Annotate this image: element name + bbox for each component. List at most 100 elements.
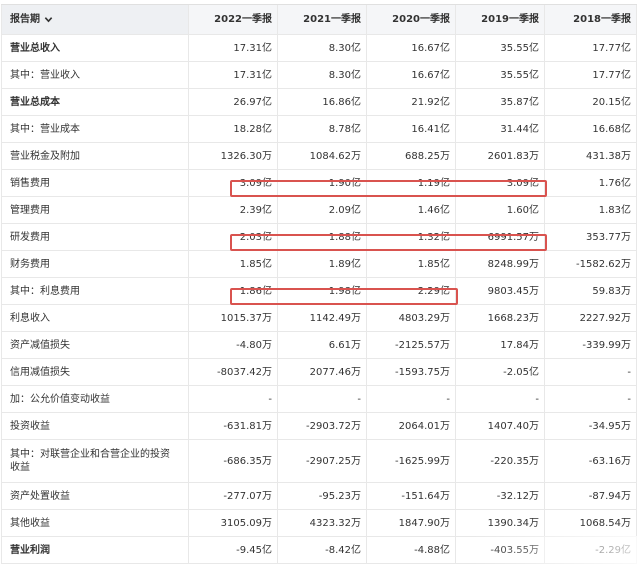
period-header-2021q1[interactable]: 2021一季报 <box>278 5 367 34</box>
value-cell: 1668.23万 <box>456 305 545 331</box>
value-cell: 1847.90万 <box>367 510 456 536</box>
period-header-2018q1[interactable]: 2018一季报 <box>545 5 637 34</box>
value-cell: 21.92亿 <box>367 89 456 115</box>
value-cell: -2.05亿 <box>456 359 545 385</box>
value-cell: - <box>545 359 637 385</box>
table-row: 营业总成本 26.97亿 16.86亿 21.92亿 35.87亿 20.15亿 <box>1 89 637 116</box>
value-cell: 1.85亿 <box>367 251 456 277</box>
row-label: 资产减值损失 <box>1 332 189 358</box>
value-cell: 8.30亿 <box>278 35 367 61</box>
value-cell: - <box>189 386 278 412</box>
table-row: 资产处置收益 -277.07万 -95.23万 -151.64万 -32.12万 -87.… <box>1 483 637 510</box>
value-cell: - <box>456 386 545 412</box>
row-label: 其中：营业收入 <box>1 62 189 88</box>
value-cell: 2.29亿 <box>367 278 456 304</box>
value-cell: 17.31亿 <box>189 35 278 61</box>
value-cell: -151.64万 <box>367 483 456 509</box>
value-cell: 16.86亿 <box>278 89 367 115</box>
table-row: 资产减值损失 -4.80万 6.61万 -2125.57万 17.84万 -339.99万 <box>1 332 637 359</box>
value-cell: 35.55亿 <box>456 62 545 88</box>
value-cell: 1.85亿 <box>189 251 278 277</box>
row-label: 投资收益 <box>1 413 189 439</box>
table-row: 投资收益 -631.81万 -2903.72万 2064.01万 1407.40万 -34… <box>1 413 637 440</box>
table-header-row: 报告期 2022一季报 2021一季报 2020一季报 2019一季报 2018… <box>1 4 637 35</box>
table-row: 其中：营业收入 17.31亿 8.30亿 16.67亿 35.55亿 17.77亿 <box>1 62 637 89</box>
value-cell: 6.61万 <box>278 332 367 358</box>
value-cell: -403.55万 <box>456 537 545 563</box>
value-cell: 8248.99万 <box>456 251 545 277</box>
value-cell: 1326.30万 <box>189 143 278 169</box>
value-cell: 2227.92万 <box>545 305 637 331</box>
value-cell: 17.31亿 <box>189 62 278 88</box>
value-cell: 3.09亿 <box>189 170 278 196</box>
value-cell: -1582.62万 <box>545 251 637 277</box>
value-cell: 1.46亿 <box>367 197 456 223</box>
value-cell: 31.44亿 <box>456 116 545 142</box>
value-cell: 17.77亿 <box>545 35 637 61</box>
value-cell: 1.90亿 <box>278 170 367 196</box>
value-cell: 16.67亿 <box>367 62 456 88</box>
value-cell: 1.60亿 <box>456 197 545 223</box>
value-cell: 6991.57万 <box>456 224 545 250</box>
value-cell: 688.25万 <box>367 143 456 169</box>
value-cell: -1625.99万 <box>367 440 456 482</box>
value-cell: -2.29亿 <box>545 537 637 563</box>
value-cell: 1.88亿 <box>278 224 367 250</box>
row-label: 研发费用 <box>1 224 189 250</box>
report-period-label: 报告期 <box>10 14 40 25</box>
period-header-2022q1[interactable]: 2022一季报 <box>189 5 278 34</box>
value-cell: - <box>278 386 367 412</box>
table-row: 管理费用 2.39亿 2.09亿 1.46亿 1.60亿 1.83亿 <box>1 197 637 224</box>
value-cell: -87.94万 <box>545 483 637 509</box>
row-label: 营业利润 <box>1 537 189 563</box>
value-cell: 3105.09万 <box>189 510 278 536</box>
table-row: 加：公允价值变动收益 - - - - - <box>1 386 637 413</box>
row-label: 管理费用 <box>1 197 189 223</box>
table-row: 其他收益 3105.09万 4323.32万 1847.90万 1390.34万 1068… <box>1 510 637 537</box>
value-cell: -8.42亿 <box>278 537 367 563</box>
row-label: 利息收入 <box>1 305 189 331</box>
value-cell: -34.95万 <box>545 413 637 439</box>
value-cell: 9803.45万 <box>456 278 545 304</box>
value-cell: 4323.32万 <box>278 510 367 536</box>
value-cell: 1068.54万 <box>545 510 637 536</box>
row-label: 其中：利息费用 <box>1 278 189 304</box>
value-cell: -2125.57万 <box>367 332 456 358</box>
value-cell: 1.76亿 <box>545 170 637 196</box>
row-label: 财务费用 <box>1 251 189 277</box>
table-row: 研发费用 2.03亿 1.88亿 1.32亿 6991.57万 353.77万 <box>1 224 637 251</box>
value-cell: 1.89亿 <box>278 251 367 277</box>
value-cell: 2601.83万 <box>456 143 545 169</box>
row-label: 其中：营业成本 <box>1 116 189 142</box>
value-cell: 17.84万 <box>456 332 545 358</box>
value-cell: -95.23万 <box>278 483 367 509</box>
value-cell: 1.83亿 <box>545 197 637 223</box>
table-row: 信用减值损失 -8037.42万 2077.46万 -1593.75万 -2.05亿 - <box>1 359 637 386</box>
row-label: 其他收益 <box>1 510 189 536</box>
table-row: 营业总收入 17.31亿 8.30亿 16.67亿 35.55亿 17.77亿 <box>1 35 637 62</box>
value-cell: 353.77万 <box>545 224 637 250</box>
value-cell: -631.81万 <box>189 413 278 439</box>
value-cell: 16.41亿 <box>367 116 456 142</box>
value-cell: 1.32亿 <box>367 224 456 250</box>
value-cell: 4803.29万 <box>367 305 456 331</box>
table-body: 营业总收入 17.31亿 8.30亿 16.67亿 35.55亿 17.77亿 其中：营业收… <box>1 35 637 564</box>
value-cell: - <box>545 386 637 412</box>
value-cell: 17.77亿 <box>545 62 637 88</box>
value-cell: -339.99万 <box>545 332 637 358</box>
value-cell: 8.78亿 <box>278 116 367 142</box>
period-header-2019q1[interactable]: 2019一季报 <box>456 5 545 34</box>
value-cell: 35.55亿 <box>456 35 545 61</box>
report-period-dropdown[interactable]: 报告期 <box>1 5 189 34</box>
row-label: 销售费用 <box>1 170 189 196</box>
value-cell: -4.88亿 <box>367 537 456 563</box>
value-cell: 1.19亿 <box>367 170 456 196</box>
value-cell: 35.87亿 <box>456 89 545 115</box>
row-label: 资产处置收益 <box>1 483 189 509</box>
value-cell: 1390.34万 <box>456 510 545 536</box>
value-cell: 2.09亿 <box>278 197 367 223</box>
value-cell: -686.35万 <box>189 440 278 482</box>
period-header-2020q1[interactable]: 2020一季报 <box>367 5 456 34</box>
value-cell: -220.35万 <box>456 440 545 482</box>
value-cell: 16.67亿 <box>367 35 456 61</box>
